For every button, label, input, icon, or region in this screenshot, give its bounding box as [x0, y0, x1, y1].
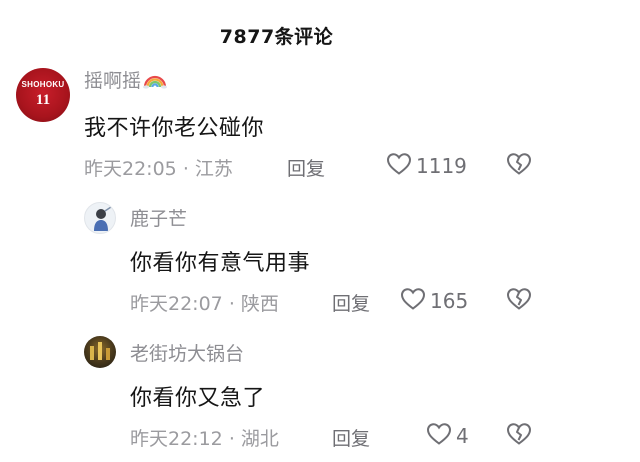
comment-meta: 昨天22:12 · 湖北	[130, 424, 279, 451]
dislike-button[interactable]	[506, 152, 532, 180]
comment-time: 昨天22:07	[130, 293, 223, 315]
avatar-jersey-number: 11	[35, 92, 51, 108]
comment-count-title: 7877条评论	[219, 26, 334, 48]
rainbow-icon	[143, 69, 168, 94]
comment-meta: 昨天22:07 · 陕西	[130, 289, 279, 316]
heart-icon	[400, 287, 426, 315]
meta-separator: ·	[228, 428, 235, 450]
avatar[interactable]: SHOHOKU 11	[16, 68, 70, 122]
meta-separator: ·	[228, 293, 235, 315]
like-count: 165	[430, 289, 469, 313]
broken-heart-icon	[506, 288, 532, 315]
like-count: 4	[456, 424, 469, 448]
like-button[interactable]: 1119	[386, 152, 467, 180]
avatar-scene-icon	[90, 342, 110, 360]
avatar-figure-icon	[94, 206, 112, 231]
comment-text: 我不许你老公碰你	[84, 116, 265, 141]
avatar[interactable]	[84, 202, 116, 234]
reply-button[interactable]: 回复	[287, 154, 325, 181]
dislike-button[interactable]	[506, 422, 532, 450]
comment-meta: 昨天22:05 · 江苏	[84, 154, 233, 181]
like-button[interactable]: 165	[400, 287, 468, 315]
comment-location: 陕西	[240, 293, 279, 315]
broken-heart-icon	[506, 153, 532, 180]
comment-text: 你看你又急了	[130, 386, 266, 411]
comment-location: 江苏	[194, 158, 233, 180]
comment-username[interactable]: 老街坊大锅台	[130, 339, 244, 366]
username-text: 摇啊摇	[84, 70, 142, 92]
dislike-button[interactable]	[506, 287, 532, 315]
comment-location: 湖北	[240, 428, 279, 450]
comment-text: 你看你有意气用事	[130, 251, 311, 276]
comment-time: 昨天22:05	[84, 158, 177, 180]
heart-icon	[426, 422, 452, 450]
like-button[interactable]: 4	[426, 422, 469, 450]
like-count: 1119	[416, 154, 467, 178]
avatar[interactable]	[84, 336, 116, 368]
broken-heart-icon	[506, 423, 532, 450]
heart-icon	[386, 152, 412, 180]
comment-time: 昨天22:12	[130, 428, 223, 450]
meta-separator: ·	[182, 158, 189, 180]
comment-panel: 7877条评论 SHOHOKU 11 摇啊摇 我不许你老公碰你 昨天22:05 …	[0, 0, 640, 462]
comment-username[interactable]: 鹿子芒	[130, 204, 187, 231]
reply-button[interactable]: 回复	[332, 289, 370, 316]
avatar-jersey-team: SHOHOKU	[21, 80, 65, 89]
comment-username[interactable]: 摇啊摇	[84, 66, 168, 94]
reply-button[interactable]: 回复	[332, 424, 370, 451]
